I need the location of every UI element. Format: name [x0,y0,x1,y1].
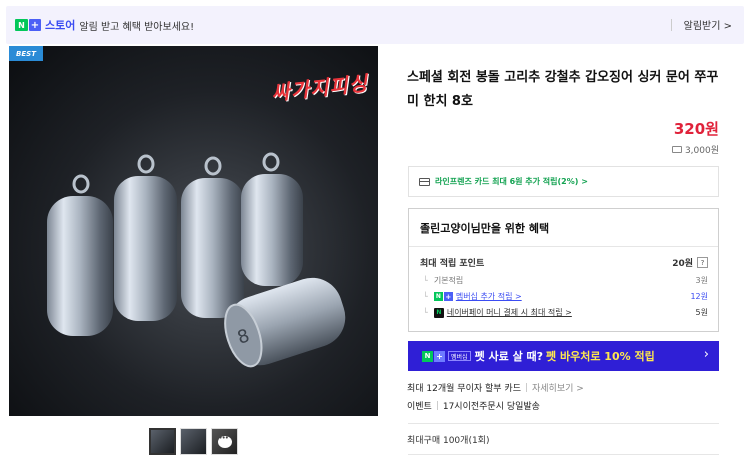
benefits-panel: 졸린고양이님만을 위한 혜택 최대 적립 포인트 20원 ? └ 기본적립 3원… [408,208,719,332]
alarm-subscribe-button[interactable]: 알림받기 > [684,17,732,32]
product-price: 320원 [673,120,719,138]
banner-store-label: 스토어 [45,19,76,32]
product-title: 스페셜 회전 봉돌 고리추 강철추 갑오징어 싱커 문어 쭈꾸미 한치 8호 [407,70,719,109]
installment-text: 최대 12개월 무이자 할부 카드 [407,384,521,394]
chevron-right-icon: › [703,347,709,362]
divider [525,383,527,392]
pet-banner-text: 펫 사료 살 때? [474,350,544,363]
thumbnail-1[interactable] [149,428,176,455]
points-row-value: 5원 [695,308,708,317]
pet-voucher-banner[interactable]: N + 멤버십 펫 사료 살 때? 펫 바우처로 10% 적립 › [408,341,719,371]
divider [436,401,438,410]
card-promo-link[interactable]: 라인프렌즈 카드 최대 6원 추가 적립(2%) > [408,166,719,197]
plus-icon: + [29,19,41,31]
divider [409,246,718,247]
points-row-value: 12원 [690,292,708,301]
naver-n-icon: N [15,19,28,31]
credit-card-icon [419,177,430,186]
max-points-value: 20원 [672,259,693,269]
plus-icon: + [434,350,445,362]
tree-branch-icon: └ [423,308,428,317]
divider [408,454,719,455]
divider [408,423,719,424]
points-row-basic: └ 기본적립 3원 [420,275,708,286]
sinker-photo-illustration: 8 [47,152,346,368]
points-row-membership[interactable]: └ N + 멤버십 추가 적립 > 12원 [420,291,708,302]
event-text: 17시이전주문시 당일발송 [442,402,540,412]
membership-points-link[interactable]: 멤버십 추가 적립 > [456,291,522,302]
installment-detail-link[interactable]: 자세히보기 > [532,381,584,394]
max-purchase-text: 최대구매 100개(1회) [407,436,490,446]
naver-plus-badge: N + [15,19,41,32]
best-badge: BEST [9,46,43,61]
points-row-naverpay[interactable]: └ N 네이버페이 머니 결제 시 최대 적립 > 5원 [420,307,708,318]
membership-tag: 멤버십 [448,351,471,361]
benefits-title: 졸린고양이님만을 위한 혜택 [420,222,550,235]
naverpay-points-link[interactable]: 네이버페이 머니 결제 시 최대 적립 > [447,307,572,318]
help-icon[interactable]: ? [697,257,708,268]
event-info: 이벤트 17시이전주문시 당일발송 [407,399,540,412]
tree-branch-icon: └ [423,276,428,285]
shipping-fee-value: 3,000원 [684,146,719,156]
chat-bubble-icon [217,434,232,448]
card-promo-text: 라인프렌즈 카드 최대 6원 추가 적립(2%) > [435,177,588,186]
naverpay-icon: N [433,307,444,318]
shipping-fee: 3,000원 [671,143,719,156]
tree-branch-icon: └ [423,292,428,301]
points-row-label: 기본적립 [433,276,464,285]
thumbnail-3[interactable] [211,428,238,455]
thumbnail-2[interactable] [180,428,207,455]
max-points-row: 최대 적립 포인트 20원 ? [420,256,708,269]
divider [671,19,672,31]
max-points-label: 최대 적립 포인트 [420,259,485,269]
truck-icon [671,146,682,153]
store-alarm-banner[interactable]: N + 스토어 알림 받고 혜택 받아보세요! 알림받기 > [6,6,744,44]
points-row-value: 3원 [695,276,708,285]
pet-banner-highlight: 펫 바우처로 10% 적립 [546,350,655,363]
product-main-image[interactable]: 8 BEST 싸가지피싱 [9,46,378,416]
naver-n-icon: N [422,350,433,362]
event-label: 이벤트 [407,402,432,412]
plus-icon: + [443,292,453,301]
banner-promo-text: 알림 받고 혜택 받아보세요! [79,21,195,33]
naver-n-icon: N [433,292,443,301]
installment-info: 최대 12개월 무이자 할부 카드 자세히보기 > [407,381,584,394]
